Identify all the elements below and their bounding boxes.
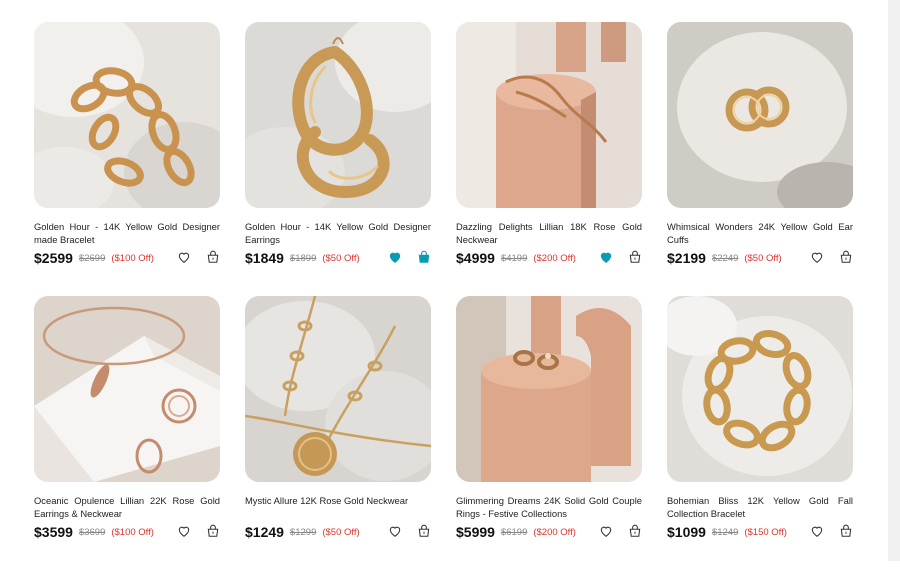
- product-card[interactable]: Golden Hour - 14K Yellow Gold Designer E…: [245, 22, 431, 296]
- original-price: $2249: [711, 252, 739, 264]
- price-row: $2599 $2699 ($100 Off): [34, 248, 220, 268]
- product-image[interactable]: [245, 296, 431, 482]
- price-row: $2199 $2249 ($50 Off): [667, 248, 853, 268]
- discount-label: ($50 Off): [322, 252, 360, 264]
- discount-label: ($100 Off): [111, 526, 154, 538]
- price-row: $5999 $6199 ($200 Off): [456, 522, 642, 542]
- heart-icon[interactable]: [177, 524, 191, 538]
- product-card[interactable]: Dazzling Delights Lillian 18K Rose Gold …: [456, 22, 642, 296]
- product-image[interactable]: [245, 22, 431, 208]
- product-title[interactable]: Golden Hour - 14K Yellow Gold Designer m…: [34, 221, 220, 246]
- product-title[interactable]: Glimmering Dreams 24K Solid Gold Couple …: [456, 495, 642, 520]
- card-actions: [388, 524, 431, 538]
- discount-label: ($200 Off): [533, 526, 576, 538]
- heart-icon[interactable]: [599, 524, 613, 538]
- heart-icon[interactable]: [388, 250, 402, 264]
- price-row: $4999 $4199 ($200 Off): [456, 248, 642, 268]
- product-image[interactable]: [34, 22, 220, 208]
- product-title[interactable]: Oceanic Opulence Lillian 22K Rose Gold E…: [34, 495, 220, 520]
- heart-icon[interactable]: [177, 250, 191, 264]
- card-actions: [599, 524, 642, 538]
- price-row: $3599 $3699 ($100 Off): [34, 522, 220, 542]
- product-price: $3599: [34, 524, 73, 540]
- product-grid: Golden Hour - 14K Yellow Gold Designer m…: [34, 22, 853, 570]
- original-price: $1249: [711, 526, 739, 538]
- card-actions: [177, 524, 220, 538]
- heart-icon[interactable]: [810, 250, 824, 264]
- product-price: $5999: [456, 524, 495, 540]
- product-image[interactable]: [667, 296, 853, 482]
- shopping-bag-icon[interactable]: [206, 250, 220, 264]
- shopping-bag-icon[interactable]: [628, 524, 642, 538]
- shopping-bag-icon[interactable]: [417, 250, 431, 264]
- shopping-bag-icon[interactable]: [839, 524, 853, 538]
- original-price: $6199: [500, 526, 528, 538]
- card-actions: [177, 250, 220, 264]
- original-price: $1299: [289, 526, 317, 538]
- product-card[interactable]: Whimsical Wonders 24K Yellow Gold Ear Cu…: [667, 22, 853, 296]
- product-title[interactable]: Mystic Allure 12K Rose Gold Neckwear: [245, 495, 431, 520]
- scrollbar-track[interactable]: [888, 0, 900, 561]
- original-price: $1899: [289, 252, 317, 264]
- discount-label: ($150 Off): [744, 526, 787, 538]
- product-image[interactable]: [667, 22, 853, 208]
- product-title[interactable]: Dazzling Delights Lillian 18K Rose Gold …: [456, 221, 642, 246]
- heart-icon[interactable]: [388, 524, 402, 538]
- product-image[interactable]: [34, 296, 220, 482]
- product-card[interactable]: Mystic Allure 12K Rose Gold Neckwear $12…: [245, 296, 431, 570]
- discount-label: ($100 Off): [111, 252, 154, 264]
- discount-label: ($50 Off): [322, 526, 360, 538]
- product-image[interactable]: [456, 296, 642, 482]
- product-title[interactable]: Whimsical Wonders 24K Yellow Gold Ear Cu…: [667, 221, 853, 246]
- product-price: $1099: [667, 524, 706, 540]
- shopping-bag-icon[interactable]: [839, 250, 853, 264]
- heart-icon[interactable]: [810, 524, 824, 538]
- price-row: $1849 $1899 ($50 Off): [245, 248, 431, 268]
- product-title[interactable]: Bohemian Bliss 12K Yellow Gold Fall Coll…: [667, 495, 853, 520]
- product-price: $4999: [456, 250, 495, 266]
- product-card[interactable]: Bohemian Bliss 12K Yellow Gold Fall Coll…: [667, 296, 853, 570]
- product-card[interactable]: Golden Hour - 14K Yellow Gold Designer m…: [34, 22, 220, 296]
- shopping-bag-icon[interactable]: [628, 250, 642, 264]
- card-actions: [810, 250, 853, 264]
- product-price: $2599: [34, 250, 73, 266]
- product-price: $1249: [245, 524, 284, 540]
- product-title[interactable]: Golden Hour - 14K Yellow Gold Designer E…: [245, 221, 431, 246]
- product-card[interactable]: Oceanic Opulence Lillian 22K Rose Gold E…: [34, 296, 220, 570]
- product-price: $2199: [667, 250, 706, 266]
- discount-label: ($200 Off): [533, 252, 576, 264]
- card-actions: [810, 524, 853, 538]
- shopping-bag-icon[interactable]: [206, 524, 220, 538]
- price-row: $1099 $1249 ($150 Off): [667, 522, 853, 542]
- heart-icon[interactable]: [599, 250, 613, 264]
- card-actions: [388, 250, 431, 264]
- card-actions: [599, 250, 642, 264]
- product-price: $1849: [245, 250, 284, 266]
- original-price: $4199: [500, 252, 528, 264]
- original-price: $3699: [78, 526, 106, 538]
- product-image[interactable]: [456, 22, 642, 208]
- original-price: $2699: [78, 252, 106, 264]
- discount-label: ($50 Off): [744, 252, 782, 264]
- product-card[interactable]: Glimmering Dreams 24K Solid Gold Couple …: [456, 296, 642, 570]
- price-row: $1249 $1299 ($50 Off): [245, 522, 431, 542]
- shopping-bag-icon[interactable]: [417, 524, 431, 538]
